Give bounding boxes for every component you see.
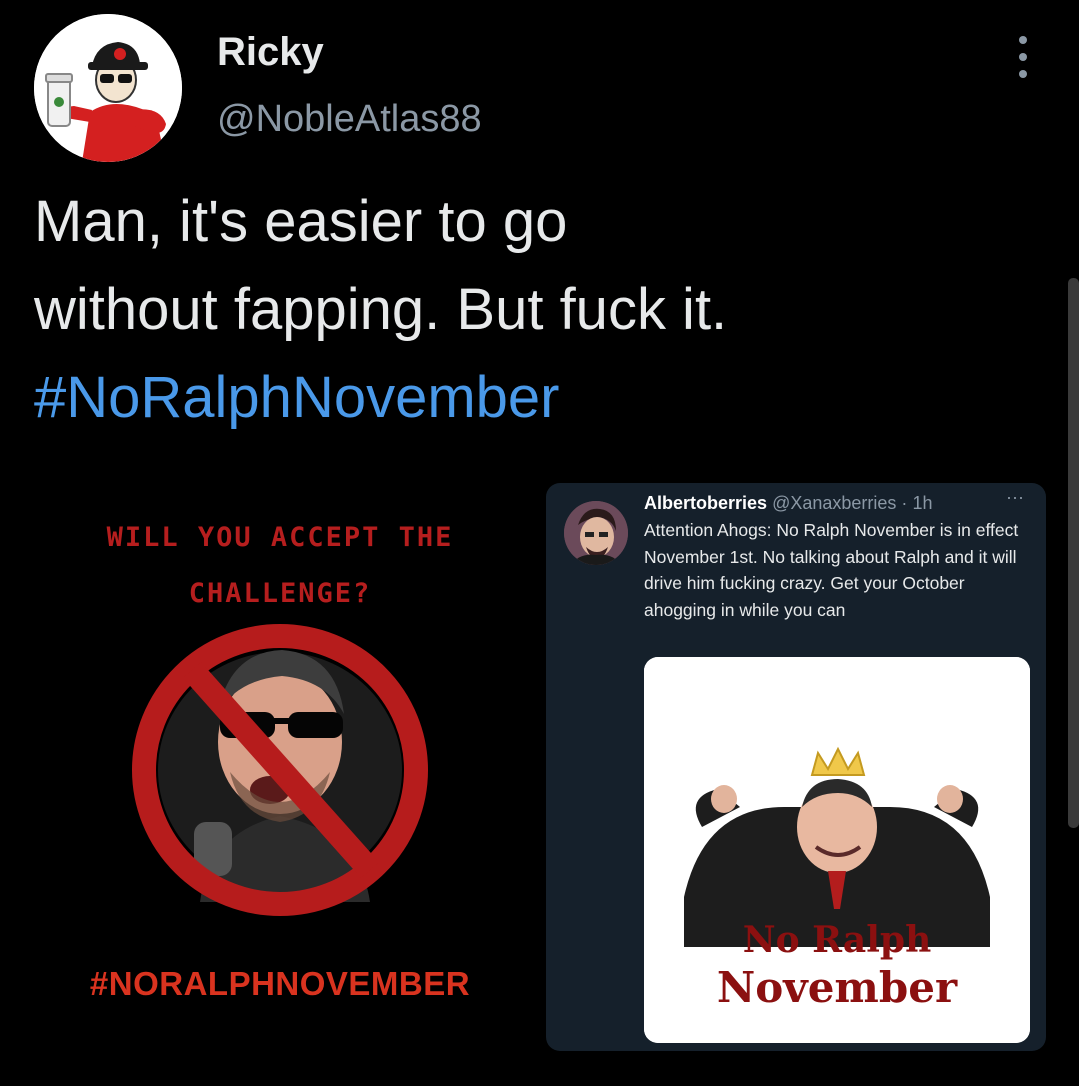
quoted-avatar-illustration — [564, 501, 628, 565]
media-image-left[interactable]: WILL YOU ACCEPT THE CHALLENGE? #NORALPHN… — [30, 482, 530, 1042]
quoted-timestamp[interactable]: 1h — [912, 493, 932, 513]
quoted-handle[interactable]: @Xanaxberries — [772, 493, 896, 513]
display-name[interactable]: Ricky — [217, 30, 324, 75]
media-image-right[interactable]: Albertoberries @Xanaxberries · 1h ··· At… — [546, 483, 1046, 1051]
quoted-header: Albertoberries @Xanaxberries · 1h — [644, 493, 932, 514]
no-ralph-text: No Ralph — [742, 919, 932, 961]
tweet-text-line1: Man, it's easier to go — [34, 189, 568, 254]
quoted-display-name[interactable]: Albertoberries — [644, 493, 767, 513]
quoted-avatar — [564, 501, 628, 565]
tweet-text-line2: without fapping. But fuck it. — [34, 277, 728, 342]
quoted-media[interactable]: No Ralph November — [644, 657, 1030, 1043]
avatar-illustration — [34, 14, 182, 162]
quoted-tweet-text: Attention Ahogs: No Ralph November is in… — [644, 520, 1019, 620]
november-text: November — [716, 963, 958, 1012]
more-vertical-icon[interactable] — [1010, 36, 1036, 78]
left-image-hashtag: #NORALPHNOVEMBER — [89, 965, 471, 1002]
scrollbar[interactable] — [1068, 278, 1079, 828]
handle[interactable]: @NobleAtlas88 — [217, 98, 482, 141]
no-symbol-icon — [132, 624, 428, 916]
hashtag-link[interactable]: #NoRalphNovember — [34, 354, 1034, 442]
avatar[interactable] — [34, 14, 182, 162]
more-horizontal-icon[interactable]: ··· — [1006, 487, 1024, 508]
tweet-text: Man, it's easier to go without fapping. … — [34, 178, 1034, 442]
challenge-line1: WILL YOU ACCEPT THE — [106, 522, 454, 553]
quoted-separator: · — [901, 493, 908, 513]
